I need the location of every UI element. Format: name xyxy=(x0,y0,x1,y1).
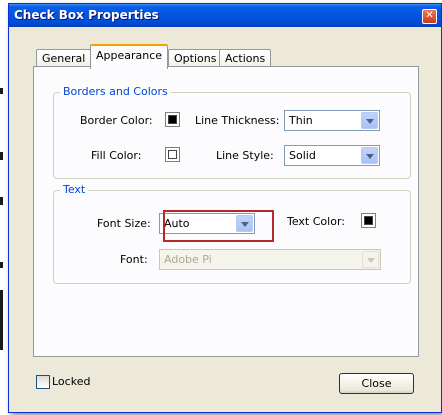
tab-options[interactable]: Options xyxy=(168,49,223,67)
edge-artifact xyxy=(0,88,3,94)
tab-general[interactable]: General xyxy=(36,49,92,67)
tab-label: Appearance xyxy=(96,49,163,62)
font-size-label: Font Size: xyxy=(97,217,151,230)
tab-label: Options xyxy=(174,52,217,65)
edge-artifact xyxy=(0,290,3,350)
fill-color-label: Fill Color: xyxy=(91,149,142,162)
border-color-picker[interactable] xyxy=(165,112,180,127)
color-fill xyxy=(364,216,373,225)
highlight-box xyxy=(163,210,274,242)
edge-artifact xyxy=(0,262,3,268)
edge-artifact xyxy=(0,197,3,205)
line-style-label: Line Style: xyxy=(216,149,274,162)
close-button-label: Close xyxy=(361,377,392,390)
chevron-down-icon xyxy=(362,251,379,268)
close-button[interactable]: Close xyxy=(339,373,414,394)
line-thickness-label: Line Thickness: xyxy=(195,114,280,127)
line-thickness-select[interactable]: Thin xyxy=(284,110,380,131)
dialog-window: Check Box Properties ✕ General Appearanc… xyxy=(8,3,442,413)
chevron-down-icon[interactable] xyxy=(361,147,378,164)
tab-appearance[interactable]: Appearance xyxy=(90,44,169,69)
window-title: Check Box Properties xyxy=(14,8,159,22)
select-value: Thin xyxy=(289,114,313,127)
color-fill xyxy=(168,150,177,159)
font-label: Font: xyxy=(120,253,148,266)
locked-checkbox[interactable] xyxy=(36,375,50,389)
select-value: Solid xyxy=(289,149,316,162)
close-icon[interactable]: ✕ xyxy=(422,9,437,24)
fill-color-picker[interactable] xyxy=(165,147,180,162)
locked-label: Locked xyxy=(52,375,91,388)
edge-artifact xyxy=(0,152,3,160)
chevron-down-icon[interactable] xyxy=(361,112,378,129)
border-color-label: Border Color: xyxy=(80,114,153,127)
tab-actions[interactable]: Actions xyxy=(219,49,272,67)
line-style-select[interactable]: Solid xyxy=(284,145,380,166)
tab-label: General xyxy=(42,52,86,65)
text-color-label: Text Color: xyxy=(287,215,345,228)
text-color-picker[interactable] xyxy=(361,213,376,228)
group-legend: Text xyxy=(60,183,89,196)
select-value: Adobe Pi xyxy=(164,253,212,266)
font-select: Adobe Pi xyxy=(159,249,381,270)
group-legend: Borders and Colors xyxy=(60,85,171,98)
title-bar[interactable]: Check Box Properties ✕ xyxy=(9,4,441,27)
color-fill xyxy=(168,115,177,124)
tab-label: Actions xyxy=(225,52,266,65)
